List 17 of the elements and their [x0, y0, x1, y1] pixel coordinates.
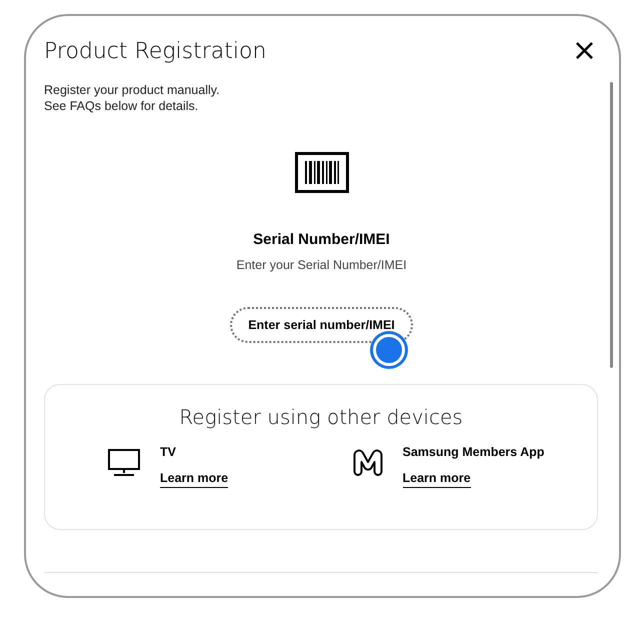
touch-indicator — [373, 334, 405, 366]
tv-icon — [108, 449, 140, 477]
description-text: Register your product manually. — [44, 82, 221, 98]
app-logo-icon — [352, 449, 382, 477]
dialog-title: Product Registration — [44, 38, 266, 64]
description-text: See FAQs below for details. — [44, 98, 200, 114]
card-heading: Register using other devices — [179, 405, 463, 429]
device-name: TV — [160, 445, 176, 459]
barcode-icon — [294, 152, 348, 193]
scrollbar[interactable] — [610, 82, 613, 368]
enter-serial-button[interactable]: Enter serial number/IMEI — [230, 307, 413, 343]
serial-heading: Serial Number/IMEI — [253, 231, 390, 248]
serial-hint: Enter your Serial Number/IMEI — [236, 258, 407, 272]
learn-more-link[interactable]: Learn more — [160, 471, 228, 488]
device-name: Samsung Members App — [402, 445, 544, 459]
learn-more-link[interactable]: Learn more — [402, 471, 471, 488]
close-button[interactable]: × — [570, 36, 599, 66]
